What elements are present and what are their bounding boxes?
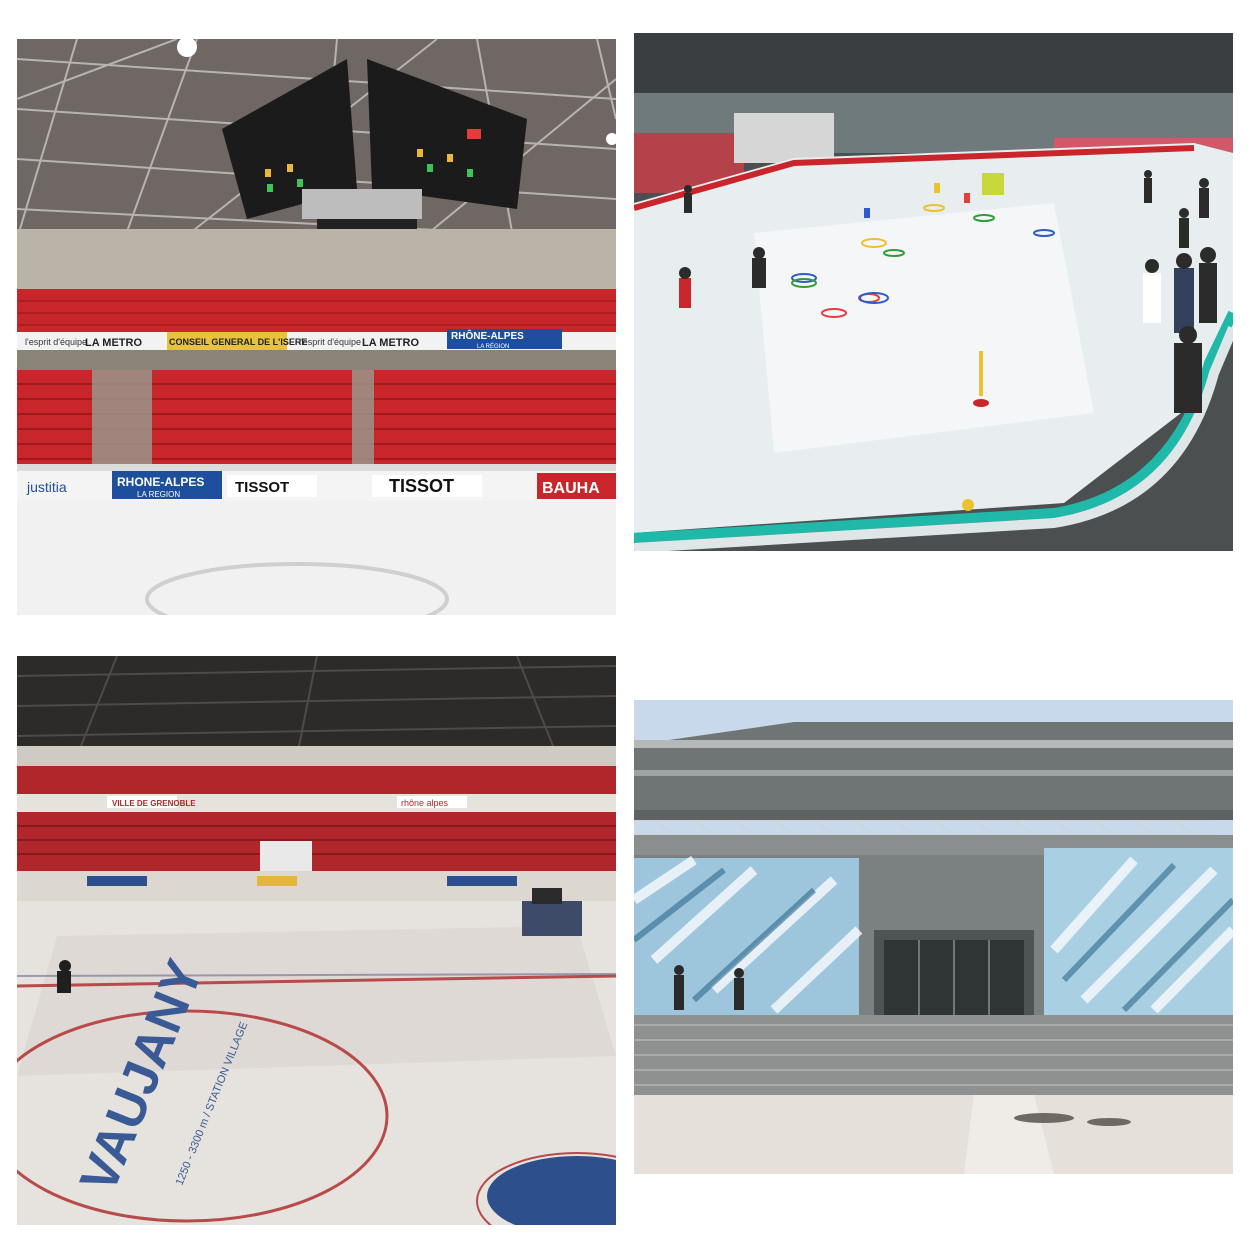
board-ad-tissot-2: TISSOT xyxy=(389,476,454,496)
board-ad-bauha: BAUHA xyxy=(542,480,600,497)
upper-banner-1: l'esprit d'équipe xyxy=(25,337,87,347)
practice-rink-photo xyxy=(634,33,1233,551)
upper-banner-6: RHÔNE-ALPES xyxy=(451,329,524,342)
board-ad-la-region: LA REGION xyxy=(137,490,180,499)
arena-seats-photo: l'esprit d'équipe LA METRO CONSEIL GENER… xyxy=(17,39,616,615)
upper-banner-3: CONSEIL GENERAL DE L'ISERE xyxy=(169,337,307,347)
building-exterior-photo xyxy=(634,700,1233,1174)
board-ad-tissot-1: TISSOT xyxy=(235,479,289,496)
board-ad-justitia: justitia xyxy=(26,479,67,495)
upper-banner-4: l'esprit d'équipe xyxy=(299,337,361,347)
upper-banner-7: LA RÉGION xyxy=(477,343,509,350)
upper-banner-2: LA METRO xyxy=(85,337,142,349)
board-ad-rhone-alpes: RHONE-ALPES xyxy=(117,475,204,489)
arena-ice-photo: VILLE DE GRENOBLE rhône alpes VAUJANY 12… xyxy=(17,656,616,1225)
upper-banner-5: LA METRO xyxy=(362,337,419,349)
banner-grenoble: VILLE DE GRENOBLE xyxy=(112,799,196,808)
banner-rhone-alpes: rhône alpes xyxy=(401,798,449,808)
